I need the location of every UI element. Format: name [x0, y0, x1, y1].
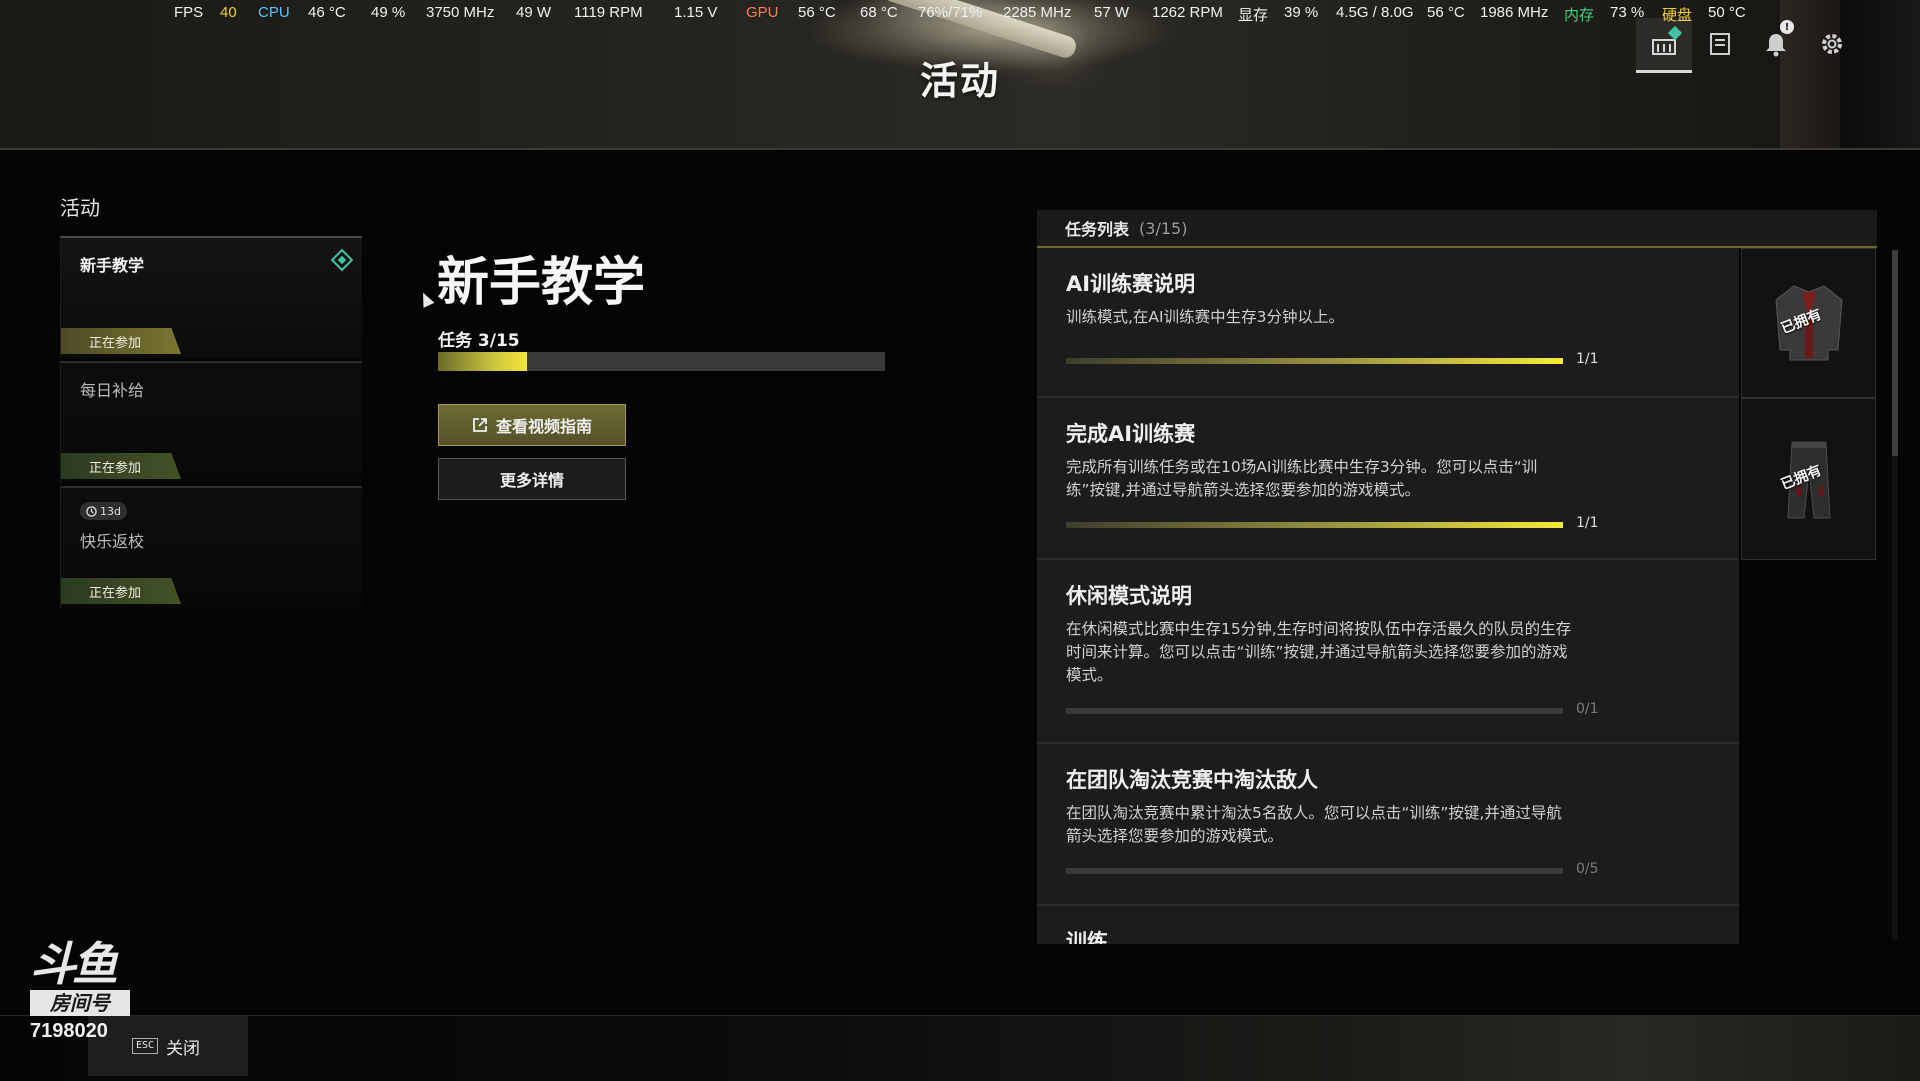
task-list-title: 任务列表: [1065, 220, 1130, 239]
activity-timer-text: 13d: [100, 504, 121, 518]
event-title: 新手教学: [437, 253, 646, 313]
task-progress-text: 0/5: [1576, 861, 1599, 877]
task-progress-text: 1/1: [1576, 515, 1599, 531]
douyu-logo: 斗鱼: [30, 937, 118, 991]
activity-name: 快乐返校: [80, 532, 145, 551]
activity-name: 每日补给: [80, 381, 145, 400]
hud-vram-usage: 4.5G / 8.0G: [1336, 4, 1414, 21]
task-progress-text: 1/1: [1576, 351, 1599, 367]
task-progress-bar: [1066, 708, 1563, 714]
activity-status-tag: 正在参加: [61, 453, 181, 479]
hud-cpu-label: CPU: [258, 4, 290, 21]
hud-vram-clock: 1986 MHz: [1480, 4, 1549, 21]
task-description: 在团队淘汰竞赛中累计淘汰5名敌人。您可以点击“训练”按键,并通过导航箭头选择您要…: [1066, 804, 1562, 845]
task-list-scrollbar[interactable]: [1892, 250, 1898, 940]
task-title: 完成AI训练赛: [1066, 422, 1196, 446]
activity-item-daily[interactable]: 每日补给 正在参加: [60, 361, 362, 483]
hud-fps-value: 40: [220, 4, 237, 21]
activity-list: 新手教学 正在参加 每日补给 正在参加 13d 快乐返校 正在参加: [60, 236, 362, 611]
task-row[interactable]: AI训练赛说明 训练模式,在AI训练赛中生存3分钟以上。 1/1 已拥有: [1037, 248, 1876, 398]
task-progress-label: 任务 3/15: [438, 331, 520, 351]
task-progress-bar: [1066, 358, 1563, 364]
task-description: 训练模式,在AI训练赛中生存3分钟以上。: [1066, 308, 1344, 326]
hud-gpu-temp: 56 °C: [798, 4, 836, 21]
performance-overlay: FPS 40 CPU 46 °C 49 % 3750 MHz 49 W 1119…: [0, 4, 1920, 28]
hud-gpu-power: 57 W: [1094, 4, 1130, 21]
task-description: 完成所有训练任务或在10场AI训练比赛中生存3分钟。您可以点击“训练”按键,并通…: [1066, 458, 1538, 499]
task-description: 在休闲模式比赛中生存15分钟,生存时间将按队伍中存活最久的队员的生存时间来计算。…: [1066, 620, 1572, 684]
page-title: 活动: [919, 59, 1000, 103]
task-row[interactable]: 在团队淘汰竞赛中淘汰敌人 在团队淘汰竞赛中累计淘汰5名敌人。您可以点击“训练”按…: [1037, 744, 1739, 906]
task-list-header: 任务列表 (3/15): [1037, 210, 1877, 248]
hud-vram-load: 39 %: [1284, 4, 1319, 21]
more-details-button[interactable]: 更多详情: [438, 458, 626, 500]
task-progress-fill: [1066, 358, 1563, 364]
activity-item-back-to-school[interactable]: 13d 快乐返校 正在参加: [60, 486, 362, 608]
activity-name: 新手教学: [80, 256, 145, 275]
hud-vram-temp: 56 °C: [1427, 4, 1465, 21]
clock-icon: [86, 505, 97, 517]
more-details-label: 更多详情: [499, 471, 564, 490]
task-row[interactable]: 完成AI训练赛 完成所有训练任务或在10场AI训练比赛中生存3分钟。您可以点击“…: [1037, 398, 1876, 560]
bottom-bar: [0, 1015, 1920, 1081]
task-title: 在团队淘汰竞赛中淘汰敌人: [1066, 768, 1318, 792]
hud-gpu-load: 76%/71%: [918, 4, 983, 21]
task-list-count: (3/15): [1139, 218, 1188, 238]
close-label: 关闭: [166, 1038, 201, 1059]
task-row[interactable]: 休闲模式说明 在休闲模式比赛中生存15分钟,生存时间将按队伍中存活最久的队员的生…: [1037, 560, 1739, 744]
task-row[interactable]: 训练: [1037, 906, 1739, 944]
hud-gpu-label: GPU: [746, 4, 779, 21]
task-title: 休闲模式说明: [1066, 584, 1192, 608]
task-progress-text: 0/1: [1576, 701, 1599, 717]
reward-slot[interactable]: 已拥有: [1741, 248, 1876, 398]
reward-slot[interactable]: 已拥有: [1741, 398, 1876, 560]
activity-item-newbie[interactable]: 新手教学 正在参加: [60, 236, 362, 358]
task-progress-fill: [1066, 522, 1563, 528]
video-guide-label: 查看视频指南: [495, 417, 592, 436]
activity-status-tag: 正在参加: [61, 328, 181, 354]
selected-diamond-icon: [330, 248, 354, 272]
settings-gear-icon[interactable]: [1804, 18, 1860, 70]
task-title: AI训练赛说明: [1066, 272, 1196, 296]
hud-cpu-temp: 46 °C: [308, 4, 346, 21]
hud-gpu-clock: 2285 MHz: [1003, 4, 1072, 21]
stream-watermark: 斗鱼 房间号 7198020: [30, 940, 138, 1043]
task-list-panel: 任务列表 (3/15) AI训练赛说明 训练模式,在AI训练赛中生存3分钟以上。…: [1037, 210, 1877, 944]
sidebar-section-label: 活动: [60, 196, 100, 220]
hud-vram-label: 显存: [1238, 7, 1269, 24]
top-icon-bar: !: [1636, 18, 1860, 73]
activity-status-tag: 正在参加: [61, 578, 181, 604]
event-progress-bar: [438, 352, 885, 371]
notification-bell-icon[interactable]: !: [1748, 18, 1804, 70]
task-progress-bar: [1066, 522, 1563, 528]
external-link-icon: [473, 418, 487, 432]
room-label: 房间号: [30, 990, 130, 1016]
hud-fps-label: FPS: [174, 4, 204, 21]
video-guide-button[interactable]: 查看视频指南: [438, 404, 626, 446]
mouse-cursor-icon: [417, 290, 435, 308]
activity-timer-chip: 13d: [80, 502, 127, 520]
missions-tab-icon[interactable]: [1692, 18, 1748, 70]
hud-cpu-voltage: 1.15 V: [674, 4, 718, 21]
task-progress-bar: [1066, 868, 1563, 874]
hud-cpu-fan: 1119 RPM: [574, 4, 643, 21]
hud-mem-label: 内存: [1564, 7, 1595, 24]
hud-cpu-load: 49 %: [371, 4, 406, 21]
room-id: 7198020: [30, 1020, 108, 1042]
notification-badge: !: [1780, 20, 1794, 34]
task-title: 训练: [1066, 930, 1108, 944]
hud-gpu-hotspot: 68 °C: [860, 4, 898, 21]
hud-cpu-power: 49 W: [516, 4, 552, 21]
hud-gpu-fan: 1262 RPM: [1152, 4, 1223, 21]
hud-cpu-clock: 3750 MHz: [426, 4, 495, 21]
event-progress-fill: [438, 352, 528, 371]
scrollbar-thumb[interactable]: [1892, 250, 1898, 456]
event-tab-icon[interactable]: [1636, 18, 1692, 73]
